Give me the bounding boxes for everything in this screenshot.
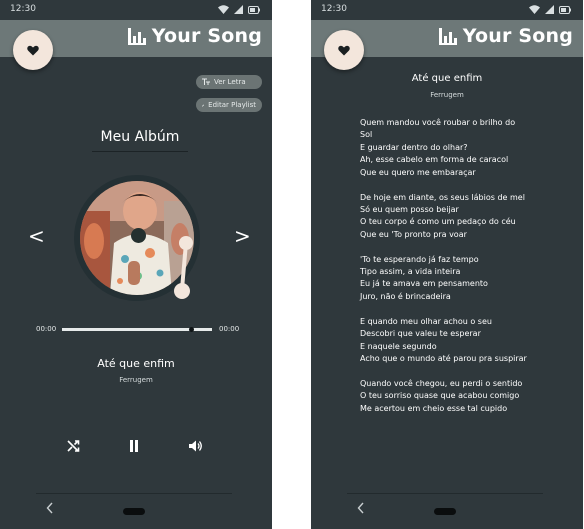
lyrics-line: Juro, não é brincadeira <box>360 291 451 301</box>
lyrics-line: Descobri que valeu te esperar <box>360 329 481 339</box>
next-button[interactable]: > <box>234 226 251 246</box>
wifi-icon <box>529 5 540 14</box>
favorite-button[interactable] <box>324 30 364 70</box>
progress-track[interactable] <box>62 327 212 332</box>
editar-playlist-label: Editar Playlist <box>208 101 256 109</box>
lyrics-line: Sol <box>360 130 373 140</box>
equalizer-logo-icon <box>127 28 146 45</box>
home-button[interactable] <box>434 508 456 515</box>
status-time: 12:30 <box>321 4 347 14</box>
back-nav-icon[interactable] <box>46 502 54 514</box>
ver-letra-label: Ver Letra <box>214 78 246 86</box>
battery-icon <box>248 5 260 14</box>
app-title: Your Song <box>151 25 262 47</box>
total-time: 00:00 <box>219 325 240 333</box>
lyrics-stanza: De hoje em diante, os seus lábios de mel… <box>360 192 570 242</box>
brand: Your Song <box>438 25 573 47</box>
album-title: Meu Albúm <box>100 129 180 145</box>
previous-button[interactable]: < <box>28 226 45 246</box>
tonearm[interactable] <box>168 233 208 303</box>
lyrics-line: Quando você chegou, eu perdi o sentido <box>360 378 523 388</box>
shuffle-button[interactable] <box>65 438 81 454</box>
pause-button[interactable] <box>126 438 142 454</box>
lyrics-line: Ah, esse cabelo em forma de caracol <box>360 155 509 165</box>
lyrics-line: Me acertou em cheio esse tal cupido <box>360 403 508 413</box>
status-bar: 12:30 <box>0 0 272 20</box>
lyrics-line: O teu sorriso quase que acabou comigo <box>360 391 520 401</box>
lyrics-song-title: Até que enfim <box>411 73 483 84</box>
lyrics-stanza: 'To te esperando já faz tempo Tipo assim,… <box>360 254 570 304</box>
shuffle-icon <box>66 440 79 452</box>
lyrics-icon <box>202 78 210 85</box>
lyrics-screen: 12:30 Your Song Até que enfim Ferrugem Q… <box>311 0 583 529</box>
status-time: 12:30 <box>10 4 36 14</box>
lyrics-line: Quem mandou você roubar o brilho do <box>360 118 516 127</box>
favorite-button[interactable] <box>13 30 53 70</box>
current-time: 00:00 <box>36 325 57 333</box>
ver-letra-button[interactable]: Ver Letra <box>196 75 262 89</box>
song-artist: Ferrugem <box>119 376 153 384</box>
lyrics-line: O teu corpo é como um pedaço do céu <box>360 217 516 227</box>
home-button[interactable] <box>123 508 145 515</box>
nav-divider <box>36 493 232 494</box>
album-title-divider <box>92 151 188 152</box>
signal-icon <box>545 5 554 14</box>
lyrics-stanza: Quem mandou você roubar o brilho do Sol E … <box>360 117 570 179</box>
heart-icon <box>338 45 350 55</box>
lyrics-line: Que eu quero me embaraçar <box>360 167 476 177</box>
disc-spindle <box>131 228 146 243</box>
progress-thumb[interactable] <box>188 327 194 332</box>
wifi-icon <box>218 5 229 14</box>
lyrics-line: Que eu 'To pronto pra voar <box>360 229 467 239</box>
lyrics-line: Tipo assim, a vida inteira <box>360 267 461 277</box>
volume-button[interactable] <box>188 438 204 454</box>
volume-icon <box>189 440 202 452</box>
lyrics-stanza: E quando meu olhar achou o seu Descobri q… <box>360 316 570 366</box>
battery-icon <box>559 5 571 14</box>
lyrics-line: 'To te esperando já faz tempo <box>360 254 479 264</box>
editar-playlist-button[interactable]: Editar Playlist <box>196 98 262 112</box>
lyrics-line: E guardar dentro do olhar? <box>360 142 468 152</box>
lyrics-line: De hoje em diante, os seus lábios de mel <box>360 192 525 202</box>
app-title: Your Song <box>462 25 573 47</box>
signal-icon <box>234 5 243 14</box>
lyrics-line: E naquele segundo <box>360 341 437 351</box>
lyrics-line: Eu já te amava em pensamento <box>360 279 488 289</box>
heart-icon <box>27 45 39 55</box>
equalizer-logo-icon <box>438 28 457 45</box>
player-screen: 12:30 Your Song Ver Letra Editar Playlis… <box>0 0 272 529</box>
brand: Your Song <box>127 25 262 47</box>
vinyl-disc <box>74 175 200 301</box>
edit-icon <box>202 104 205 107</box>
back-nav-icon[interactable] <box>357 502 365 514</box>
status-bar: 12:30 <box>311 0 583 20</box>
song-title: Até que enfim <box>97 357 175 370</box>
lyrics-line: Só eu quem posso beijar <box>360 204 459 214</box>
nav-divider <box>347 493 543 494</box>
lyrics-stanza: Quando você chegou, eu perdi o sentido O … <box>360 378 570 415</box>
lyrics-line: E quando meu olhar achou o seu <box>360 316 492 326</box>
lyrics-line: Acho que o mundo até parou pra suspirar <box>360 354 527 363</box>
pause-icon <box>130 440 138 452</box>
lyrics-text: Quem mandou você roubar o brilho do Sol E … <box>360 117 570 428</box>
lyrics-artist: Ferrugem <box>430 91 464 99</box>
